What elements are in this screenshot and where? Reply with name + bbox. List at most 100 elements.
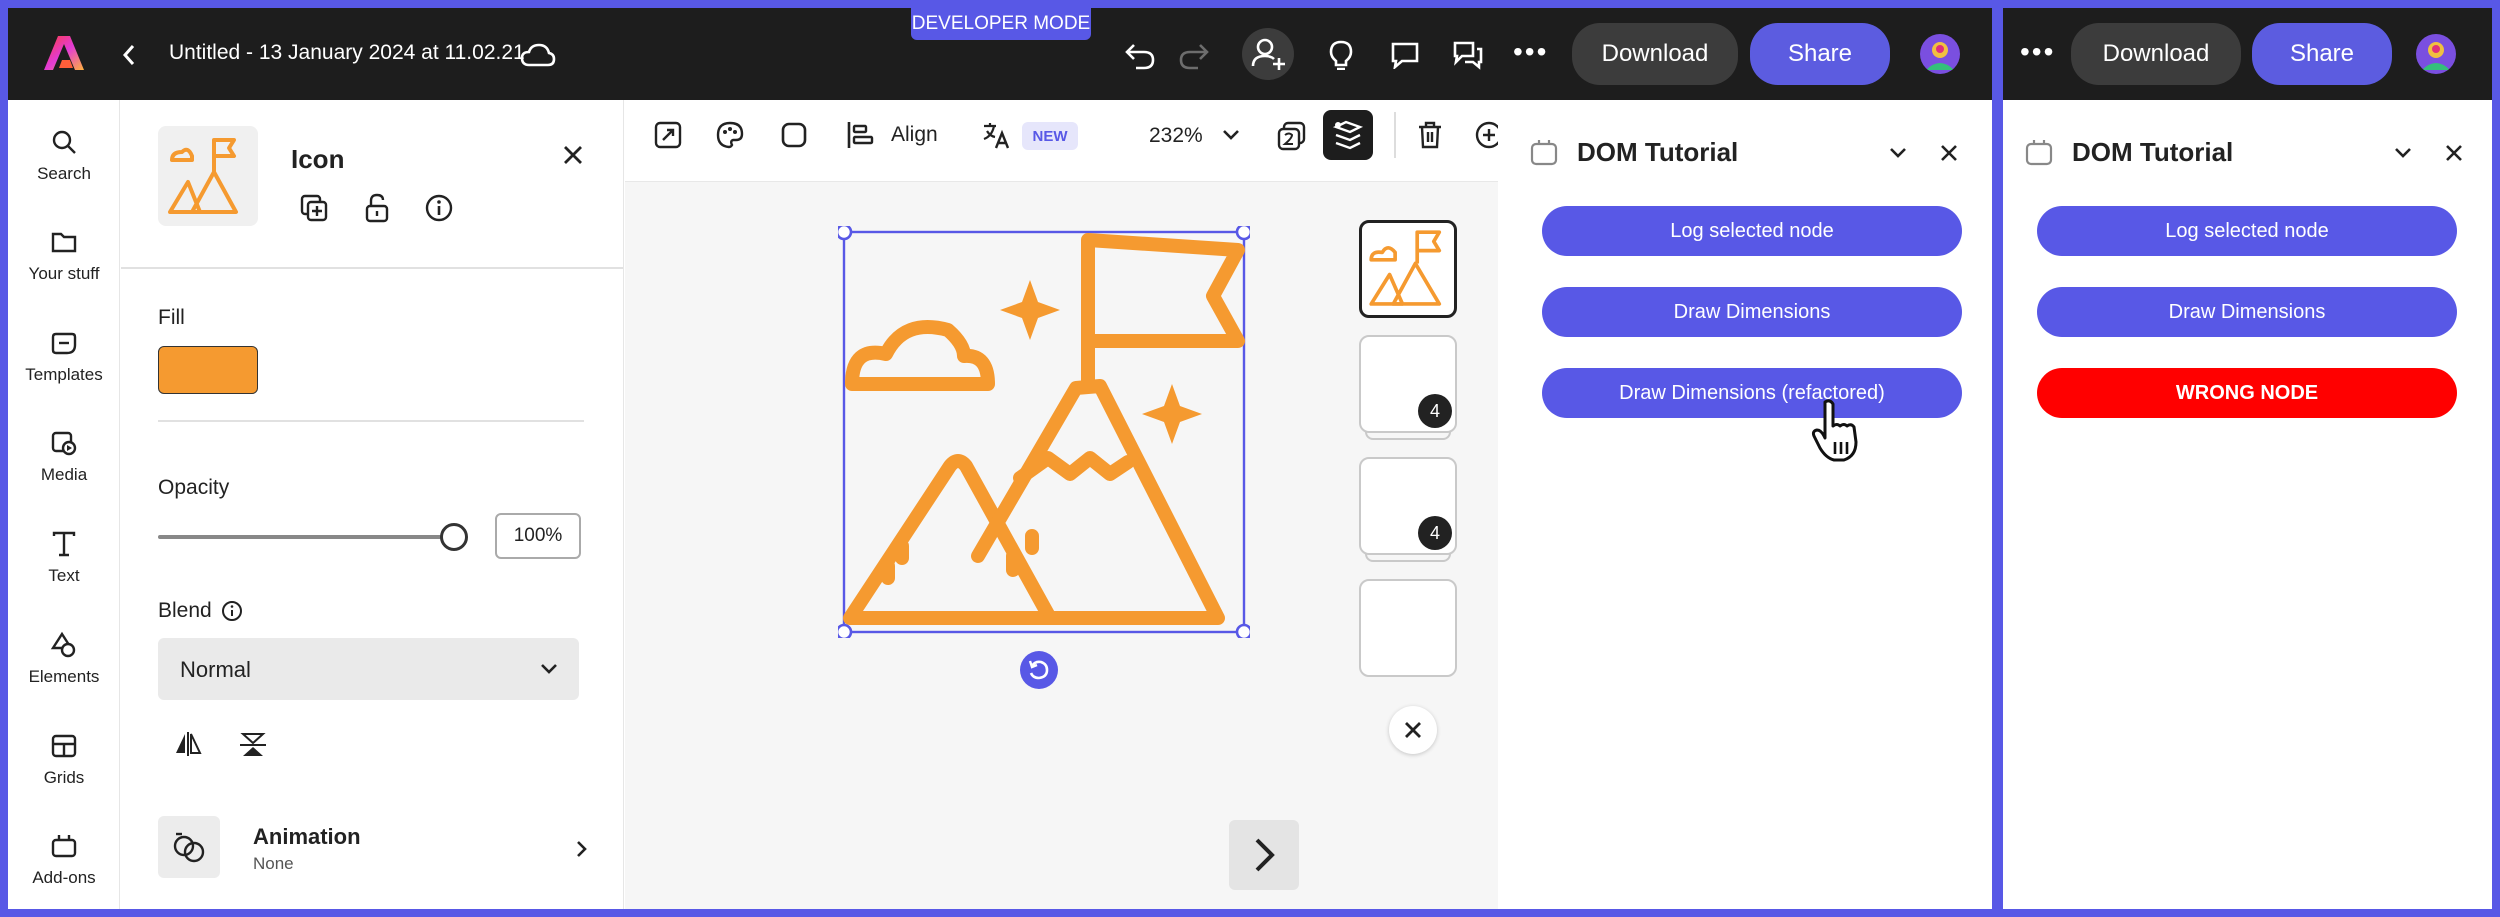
fill-swatch[interactable] [158,346,258,394]
duplicate-icon[interactable] [299,193,329,223]
undo-icon[interactable] [1124,42,1156,70]
opacity-slider-handle[interactable] [440,523,468,551]
zoom-level[interactable]: 232% [1149,124,1203,148]
left-rail: Search Your stuff Templates Media Text E… [8,100,120,909]
log-selected-node-button[interactable]: Log selected node [2037,206,2457,256]
rail-item-text[interactable]: Text [8,530,120,586]
animation-label: Animation [253,824,361,849]
back-chevron-icon[interactable] [122,44,136,66]
rail-label: Templates [25,365,103,384]
blend-select[interactable]: Normal [158,638,579,700]
rail-item-elements[interactable]: Elements [8,631,120,687]
mountain-flag-artwork-icon [835,223,1253,641]
rail-label: Your stuff [28,264,100,283]
opacity-input[interactable]: 100% [495,513,581,559]
animation-value: None [253,854,294,873]
invite-button[interactable] [1242,28,1294,80]
panel-title: Icon [291,144,345,174]
plugin-panel: DOM Tutorial Log selected node Draw Dime… [2003,100,2492,909]
opacity-label: Opacity [158,476,230,499]
lightbulb-icon[interactable] [1328,40,1354,70]
rail-item-media[interactable]: Media [8,429,120,485]
plugin-toggle-button[interactable] [1323,110,1373,160]
replace-icon[interactable] [653,120,683,155]
color-palette-icon[interactable] [715,120,745,155]
download-button[interactable]: Download [2071,23,2241,85]
rail-item-templates[interactable]: Templates [8,329,120,385]
text-icon [52,531,76,557]
translate-icon[interactable] [981,120,1011,155]
rail-item-grids[interactable]: Grids [8,732,120,788]
comment-icon[interactable] [1390,41,1420,69]
developer-mode-tab: DEVELOPER MODE [911,8,1091,40]
log-selected-node-button[interactable]: Log selected node [1542,206,1962,256]
page-thumbnail-4[interactable] [1359,579,1457,677]
rail-label: Add-ons [32,868,96,887]
close-panel-icon[interactable] [562,144,584,166]
info-icon[interactable] [424,193,454,223]
avatar[interactable] [2416,34,2456,74]
close-icon[interactable] [1939,143,1959,163]
draw-dimensions-button[interactable]: Draw Dimensions [2037,287,2457,337]
templates-icon [51,332,77,355]
close-icon [1405,722,1421,738]
opacity-slider-track[interactable] [158,535,454,539]
share-button[interactable]: Share [1750,23,1890,85]
add-circle-icon[interactable] [1474,120,1503,155]
draw-dimensions-button[interactable]: Draw Dimensions [1542,287,1962,337]
trash-icon[interactable] [1416,120,1444,155]
top-bar: ••• Download Share [2003,8,2492,100]
rail-item-search[interactable]: Search [8,128,120,184]
plugin-title: DOM Tutorial [1577,137,1739,167]
divider [121,267,623,269]
close-pages-button[interactable] [1389,706,1437,754]
align-icon[interactable] [846,120,874,155]
top-bar: Untitled - 13 January 2024 at 11.02.21 D… [8,8,1992,100]
pages-count-icon[interactable] [1276,120,1308,157]
chevron-down-icon[interactable] [1889,146,1907,160]
animation-icon-tile [158,816,220,878]
shape-outline-icon[interactable] [779,120,809,155]
unlock-icon[interactable] [364,193,390,223]
rail-label: Media [40,465,88,484]
page-count-badge: 4 [1418,516,1452,550]
rail-label: Search [37,164,91,183]
folder-icon [51,232,77,253]
next-page-button[interactable] [1229,820,1299,890]
zoom-chevron-down-icon[interactable] [1222,128,1240,142]
rail-label: Text [48,566,80,585]
rail-item-add-ons[interactable]: Add-ons [8,832,120,888]
plugin-title: DOM Tutorial [2072,137,2234,167]
adobe-logo-icon[interactable] [44,34,84,72]
grid-icon [51,734,77,758]
flip-horizontal-icon[interactable] [173,731,203,757]
align-label[interactable]: Align [891,123,938,147]
mountain-flag-icon [1369,230,1442,306]
chat-icon[interactable] [1452,40,1484,70]
share-button[interactable]: Share [2252,23,2392,85]
document-title[interactable]: Untitled - 13 January 2024 at 11.02.21 [169,41,525,65]
cloud-icon[interactable] [520,42,556,68]
elements-icon [50,631,76,658]
avatar[interactable] [1920,34,1960,74]
more-options-icon[interactable]: ••• [2020,36,2055,68]
more-options-icon[interactable]: ••• [1513,36,1548,68]
wrong-node-button[interactable]: WRONG NODE [2037,368,2457,418]
blend-info-icon[interactable] [221,600,243,622]
fill-label: Fill [158,306,185,329]
animation-icon [173,832,205,863]
flip-vertical-icon[interactable] [239,731,267,759]
chevron-right-icon[interactable] [576,840,588,858]
chevron-down-icon[interactable] [2394,146,2412,160]
properties-panel: Icon Fill Opacity 100% Blend Normal Anim… [121,100,624,909]
draw-dimensions-refactored-button[interactable]: Draw Dimensions (refactored) [1542,368,1962,418]
redo-icon[interactable] [1178,42,1210,70]
download-button[interactable]: Download [1572,23,1738,85]
rail-item-your-stuff[interactable]: Your stuff [8,228,120,284]
close-icon[interactable] [2444,143,2464,163]
selected-artwork[interactable] [835,223,1253,641]
plugin-panel: DOM Tutorial Log selected node Draw Dime… [1498,100,1992,909]
page-thumbnail-1[interactable] [1359,220,1457,318]
rotate-handle[interactable] [1020,651,1058,689]
new-badge: NEW [1022,122,1078,150]
